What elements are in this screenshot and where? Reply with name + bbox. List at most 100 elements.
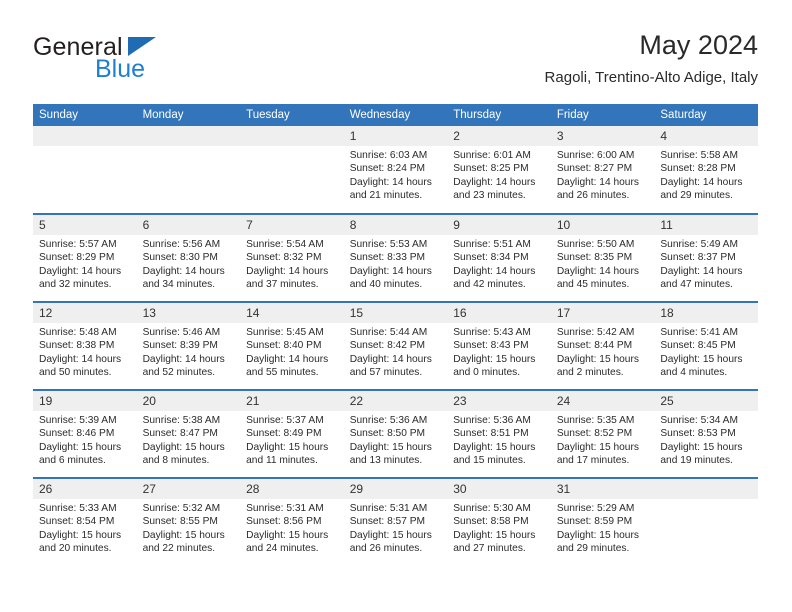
calendar-day-cell[interactable]: 4 Sunrise: 5:58 AM Sunset: 8:28 PM Daylight… (654, 126, 758, 215)
calendar-day-cell[interactable]: 18 Sunrise: 5:41 AM Sunset: 8:45 PM Dayligh… (654, 302, 758, 391)
daylight-duration-line2: and 22 minutes. (142, 542, 216, 554)
calendar-day-cell[interactable]: 13 Sunrise: 5:46 AM Sunset: 8:39 PM Dayligh… (136, 302, 241, 391)
daylight-duration-line1: Daylight: 15 hours (660, 441, 743, 453)
day-number (240, 126, 344, 146)
sunrise-sunset-calendar: Sunday Monday Tuesday Wednesday Thursday Frid… (33, 104, 758, 566)
sunrise-time: Sunrise: 5:41 AM (660, 327, 738, 338)
calendar-day-cell[interactable]: 21 Sunrise: 5:37 AM Sunset: 8:49 PM Dayligh… (240, 390, 344, 479)
calendar-day-cell[interactable]: 22 Sunrise: 5:36 AM Sunset: 8:50 PM Dayligh… (343, 390, 448, 479)
day-details: Sunrise: 5:39 AM Sunset: 8:46 PM Daylight:… (33, 411, 137, 467)
sunrise-time: Sunrise: 5:46 AM (142, 327, 221, 338)
weekday-header-wednesday: Wednesday (343, 104, 448, 126)
calendar-week-row: 1 Sunrise: 6:03 AM Sunset: 8:24 PM Daylight… (33, 126, 758, 215)
sunset-time: Sunset: 8:27 PM (556, 163, 633, 175)
calendar-day-cell[interactable]: 23 Sunrise: 5:36 AM Sunset: 8:51 PM Dayligh… (447, 390, 551, 479)
calendar-day-cell[interactable]: 10 Sunrise: 5:50 AM Sunset: 8:35 PM Dayligh… (550, 214, 655, 303)
title-block: May 2024 Ragoli, Trentino-Alto Adige, It… (545, 28, 758, 89)
day-details: Sunrise: 5:35 AM Sunset: 8:52 PM Daylight:… (551, 411, 655, 467)
daylight-duration-line2: and 47 minutes. (660, 278, 733, 290)
calendar-day-cell[interactable]: 8 Sunrise: 5:53 AM Sunset: 8:33 PM Daylight… (343, 214, 448, 303)
day-number (136, 126, 241, 146)
daylight-duration-line2: and 21 minutes. (349, 189, 423, 201)
daylight-duration-line1: Daylight: 14 hours (660, 265, 743, 277)
day-number: 31 (550, 479, 655, 499)
daylight-duration-line1: Daylight: 15 hours (660, 353, 743, 365)
calendar-day-cell[interactable]: 17 Sunrise: 5:42 AM Sunset: 8:44 PM Dayligh… (550, 302, 655, 391)
daylight-duration-line1: Daylight: 15 hours (453, 353, 536, 365)
day-number: 9 (447, 215, 551, 235)
daylight-duration-line1: Daylight: 15 hours (39, 441, 122, 453)
calendar-day-cell[interactable]: 6 Sunrise: 5:56 AM Sunset: 8:30 PM Daylight… (136, 214, 241, 303)
sunrise-time: Sunrise: 5:31 AM (349, 503, 428, 514)
day-number: 7 (240, 215, 344, 235)
calendar-day-cell[interactable]: 16 Sunrise: 5:43 AM Sunset: 8:43 PM Dayligh… (447, 302, 551, 391)
day-number: 1 (343, 126, 448, 146)
sunset-time: Sunset: 8:38 PM (39, 340, 115, 352)
calendar-day-cell[interactable]: 26 Sunrise: 5:33 AM Sunset: 8:54 PM Dayligh… (33, 478, 137, 566)
page-title: May 2024 (639, 30, 758, 60)
daylight-duration-line2: and 13 minutes. (349, 454, 423, 466)
calendar-day-cell[interactable]: 24 Sunrise: 5:35 AM Sunset: 8:52 PM Dayligh… (550, 390, 655, 479)
day-details: Sunrise: 5:48 AM Sunset: 8:38 PM Daylight:… (33, 323, 137, 379)
calendar-day-cell[interactable]: 11 Sunrise: 5:49 AM Sunset: 8:37 PM Dayligh… (654, 214, 758, 303)
calendar-day-cell-empty (136, 126, 241, 215)
day-number: 21 (240, 391, 344, 411)
daylight-duration-line1: Daylight: 15 hours (453, 441, 536, 453)
calendar-day-cell[interactable]: 31 Sunrise: 5:29 AM Sunset: 8:59 PM Dayligh… (550, 478, 655, 566)
daylight-duration-line1: Daylight: 14 hours (39, 353, 122, 365)
sunrise-time: Sunrise: 5:35 AM (556, 415, 635, 426)
daylight-duration-line2: and 40 minutes. (349, 278, 423, 290)
day-details: Sunrise: 5:43 AM Sunset: 8:43 PM Daylight:… (447, 323, 551, 379)
day-number (654, 479, 758, 499)
daylight-duration-line1: Daylight: 14 hours (142, 265, 225, 277)
calendar-day-cell[interactable]: 3 Sunrise: 6:00 AM Sunset: 8:27 PM Daylight… (550, 126, 655, 215)
calendar-day-cell[interactable]: 14 Sunrise: 5:45 AM Sunset: 8:40 PM Dayligh… (240, 302, 344, 391)
sunset-time: Sunset: 8:25 PM (453, 163, 529, 175)
sunrise-time: Sunrise: 5:51 AM (453, 239, 531, 250)
calendar-day-cell[interactable]: 5 Sunrise: 5:57 AM Sunset: 8:29 PM Daylight… (33, 214, 137, 303)
day-number: 13 (136, 303, 241, 323)
daylight-duration-line2: and 55 minutes. (246, 366, 319, 378)
day-details: Sunrise: 5:46 AM Sunset: 8:39 PM Daylight:… (137, 323, 241, 379)
daylight-duration-line1: Daylight: 14 hours (556, 265, 639, 277)
daylight-duration-line1: Daylight: 14 hours (39, 265, 122, 277)
day-details: Sunrise: 5:36 AM Sunset: 8:51 PM Daylight:… (447, 411, 551, 467)
daylight-duration-line1: Daylight: 15 hours (142, 441, 225, 453)
sunrise-time: Sunrise: 5:30 AM (453, 503, 531, 514)
calendar-day-cell[interactable]: 27 Sunrise: 5:32 AM Sunset: 8:55 PM Dayligh… (136, 478, 241, 566)
calendar-day-cell[interactable]: 19 Sunrise: 5:39 AM Sunset: 8:46 PM Dayligh… (33, 390, 137, 479)
day-number: 10 (550, 215, 655, 235)
calendar-day-cell-empty (240, 126, 344, 215)
calendar-day-cell[interactable]: 9 Sunrise: 5:51 AM Sunset: 8:34 PM Daylight… (447, 214, 551, 303)
daylight-duration-line2: and 57 minutes. (349, 366, 423, 378)
sunset-time: Sunset: 8:33 PM (349, 252, 426, 264)
day-details: Sunrise: 5:57 AM Sunset: 8:29 PM Daylight:… (33, 235, 137, 291)
daylight-duration-line1: Daylight: 15 hours (142, 529, 225, 541)
sunrise-time: Sunrise: 6:01 AM (453, 150, 531, 161)
sunrise-time: Sunrise: 5:57 AM (39, 239, 117, 250)
calendar-day-cell[interactable]: 12 Sunrise: 5:48 AM Sunset: 8:38 PM Dayligh… (33, 302, 137, 391)
calendar-day-cell[interactable]: 25 Sunrise: 5:34 AM Sunset: 8:53 PM Dayligh… (654, 390, 758, 479)
day-number: 17 (550, 303, 655, 323)
calendar-day-cell[interactable]: 28 Sunrise: 5:31 AM Sunset: 8:56 PM Dayligh… (240, 478, 344, 566)
sunset-time: Sunset: 8:55 PM (142, 516, 218, 528)
sunset-time: Sunset: 8:56 PM (246, 516, 322, 528)
day-number: 27 (136, 479, 241, 499)
weekday-header-thursday: Thursday (447, 104, 551, 126)
calendar-day-cell[interactable]: 15 Sunrise: 5:44 AM Sunset: 8:42 PM Dayligh… (343, 302, 448, 391)
calendar-day-cell[interactable]: 2 Sunrise: 6:01 AM Sunset: 8:25 PM Daylight… (447, 126, 551, 215)
day-details: Sunrise: 5:30 AM Sunset: 8:58 PM Daylight:… (447, 499, 551, 555)
day-number: 8 (343, 215, 448, 235)
calendar-day-cell[interactable]: 30 Sunrise: 5:30 AM Sunset: 8:58 PM Dayligh… (447, 478, 551, 566)
sunrise-time: Sunrise: 5:58 AM (660, 150, 738, 161)
sunset-time: Sunset: 8:49 PM (246, 428, 322, 440)
daylight-duration-line2: and 29 minutes. (660, 189, 733, 201)
calendar-day-cell[interactable]: 20 Sunrise: 5:38 AM Sunset: 8:47 PM Dayligh… (136, 390, 241, 479)
day-number (33, 126, 137, 146)
sunrise-time: Sunrise: 6:00 AM (556, 150, 635, 161)
calendar-day-cell[interactable]: 1 Sunrise: 6:03 AM Sunset: 8:24 PM Daylight… (343, 126, 448, 215)
daylight-duration-line1: Daylight: 15 hours (556, 529, 639, 541)
daylight-duration-line1: Daylight: 15 hours (349, 529, 432, 541)
calendar-day-cell[interactable]: 7 Sunrise: 5:54 AM Sunset: 8:32 PM Daylight… (240, 214, 344, 303)
calendar-day-cell[interactable]: 29 Sunrise: 5:31 AM Sunset: 8:57 PM Dayligh… (343, 478, 448, 566)
